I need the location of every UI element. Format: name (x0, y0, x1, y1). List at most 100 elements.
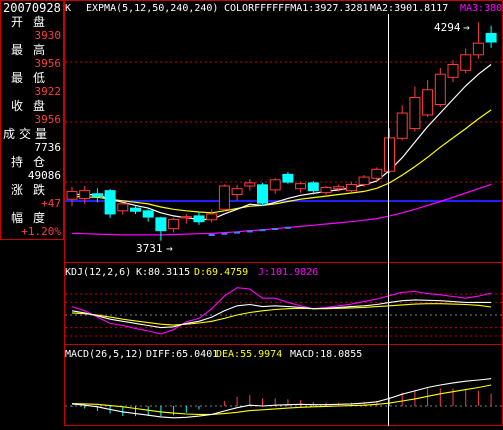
candle[interactable] (473, 22, 483, 58)
candle[interactable] (296, 182, 306, 192)
candle[interactable] (397, 105, 407, 140)
candle-body (92, 194, 102, 197)
high-arrow: → (463, 21, 470, 34)
kdj_j-line (72, 288, 491, 334)
macd_dea-line (72, 385, 491, 414)
low-arrow: → (166, 242, 173, 255)
macd-dea-value: DEA:55.9974 (216, 349, 282, 360)
candle-body (461, 55, 471, 71)
candle-body (80, 191, 90, 199)
kdj-title: KDJ(12,2,6) (65, 267, 131, 278)
candle-body (270, 180, 280, 190)
candle-body (143, 211, 153, 217)
quote-value: +1.20% (1, 225, 63, 239)
candle[interactable] (105, 189, 115, 218)
candle-body (194, 216, 204, 222)
candle[interactable] (169, 218, 179, 233)
trail-mark (247, 230, 253, 232)
candle[interactable] (118, 202, 128, 214)
candle-body (486, 33, 496, 42)
candle[interactable] (321, 186, 331, 195)
quote-label: 开盘 (1, 15, 63, 29)
candle-body (397, 113, 407, 138)
candle[interactable] (385, 129, 395, 174)
candle[interactable] (131, 206, 141, 214)
candle[interactable] (232, 185, 242, 201)
candle-body (321, 188, 331, 193)
quote-label: 幅度 (1, 211, 63, 225)
candle-body (372, 169, 382, 178)
quote-value: 3922 (1, 85, 63, 99)
kdj-d-value: D:69.4759 (194, 267, 248, 278)
candle[interactable] (258, 183, 268, 206)
candle[interactable] (67, 187, 77, 206)
candle[interactable] (245, 179, 255, 191)
candle-body (308, 183, 318, 191)
quote-label: 最低 (1, 71, 63, 85)
candle[interactable] (283, 172, 293, 184)
candle-body (245, 183, 255, 186)
candle[interactable] (461, 49, 471, 74)
kdj-j-value: J:101.9826 (258, 267, 318, 278)
candle-body (131, 208, 141, 211)
candle[interactable] (448, 60, 458, 82)
main-indicator-label: K (65, 3, 71, 14)
candle[interactable] (410, 87, 420, 132)
candle[interactable] (372, 167, 382, 181)
candle[interactable] (435, 68, 445, 107)
candle-body (118, 204, 128, 211)
candle-body (359, 177, 369, 184)
quote-label: 收盘 (1, 99, 63, 113)
candle[interactable] (486, 26, 496, 48)
expma-label: EXPMA(5,12,50,240,240) (86, 3, 218, 14)
quote-value: +47 (1, 197, 63, 211)
quote-label: 成交量 (1, 127, 63, 141)
candle-body (385, 138, 395, 171)
candle-body (105, 191, 115, 214)
candle-body (296, 184, 306, 189)
candle[interactable] (346, 182, 356, 192)
macd-title: MACD(26,5,12) (65, 349, 143, 360)
candle-body (473, 43, 483, 55)
candle[interactable] (207, 209, 217, 222)
high-price-label: 4294 (434, 21, 461, 34)
quote-label: 持仓 (1, 155, 63, 169)
candle[interactable] (219, 184, 229, 210)
quote-label: 涨跌 (1, 183, 63, 197)
ma3-label: MA3:380 (460, 3, 502, 14)
trail-mark (221, 233, 227, 235)
trail-mark (234, 232, 240, 234)
candle-body (207, 214, 217, 220)
quote-value: 3930 (1, 29, 63, 43)
ma1-label: COLORFFFFFFMA1:3927.3281 (224, 3, 369, 14)
quote-value: 3956 (1, 113, 63, 127)
quote-value: 3956 (1, 57, 63, 71)
candle[interactable] (194, 212, 204, 225)
kdj-k-value: K:80.3115 (136, 267, 190, 278)
candle-body (181, 217, 191, 218)
candle-body (448, 65, 458, 78)
candle[interactable] (270, 178, 280, 194)
candle[interactable] (143, 209, 153, 221)
quote-value: 7736 (1, 141, 63, 155)
candle-body (67, 191, 77, 199)
quote-date: 20070928 (1, 1, 63, 15)
candle-body (258, 185, 268, 203)
main-panel-border (65, 1, 503, 263)
candle-body (435, 74, 445, 104)
candle-body (423, 90, 433, 115)
candle-body (410, 98, 420, 129)
ma2-label: MA2:3901.8117 (370, 3, 448, 14)
candle[interactable] (423, 80, 433, 117)
candle-body (232, 189, 242, 195)
trail-mark (285, 227, 291, 229)
candle-body (346, 184, 356, 190)
candle-body (334, 187, 344, 189)
macd_diff-line (72, 379, 491, 418)
kdj_d-line (72, 304, 491, 325)
trail-mark (272, 228, 278, 230)
candle[interactable] (156, 217, 166, 241)
candle-body (219, 186, 229, 209)
quote-value: 49086 (1, 169, 63, 183)
stock-chart[interactable]: K EXPMA(5,12,50,240,240) COLORFFFFFFMA1:… (64, 0, 503, 426)
